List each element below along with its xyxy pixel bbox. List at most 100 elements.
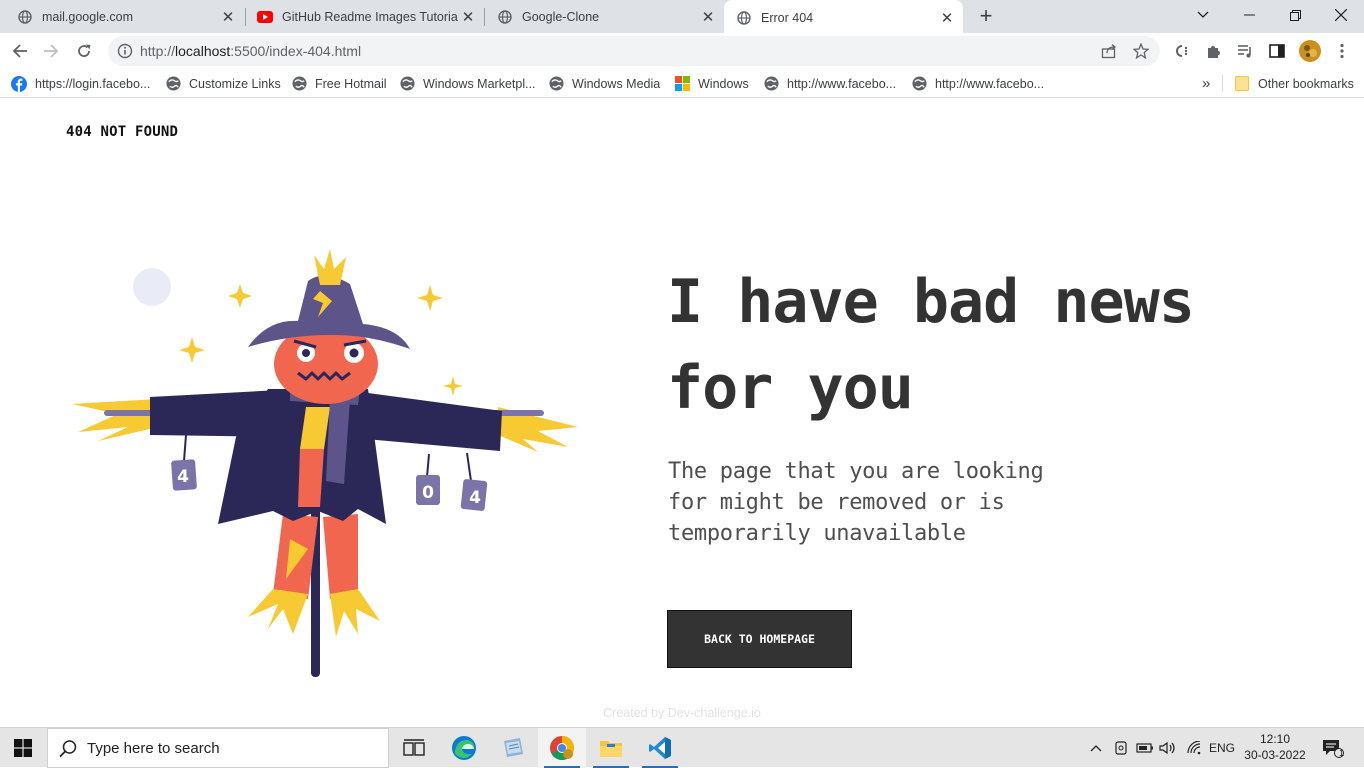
bookmark-item[interactable]: Windows Marketpl... <box>399 75 536 92</box>
reload-icon[interactable] <box>70 37 98 65</box>
can-label: 4 <box>469 488 481 508</box>
clock-time: 12:10 <box>1259 732 1291 746</box>
close-tab-icon[interactable]: ✕ <box>698 7 718 27</box>
globe-icon <box>763 76 779 92</box>
globe-icon <box>497 9 513 25</box>
back-to-homepage-button[interactable]: BACK TO HOMEPAGE <box>667 610 852 668</box>
side-panel-icon[interactable] <box>1267 41 1287 61</box>
bookmark-label: http://www.facebo... <box>787 76 897 91</box>
site-brand: 404 NOT FOUND <box>66 124 179 140</box>
new-tab-button[interactable]: + <box>975 3 997 28</box>
globe-icon <box>17 9 33 25</box>
tab-youtube[interactable]: GitHub Readme Images Tutorial ( ✕ <box>240 0 484 33</box>
globe-icon <box>736 10 752 26</box>
tab-strip: mail.google.com ✕ GitHub Readme Images T… <box>0 0 1364 35</box>
bookmark-item[interactable]: Free Hotmail <box>291 75 387 92</box>
address-bar[interactable]: http://localhost:5500/index-404.html <box>108 36 1160 66</box>
show-hidden-icons-chevron-icon[interactable] <box>1086 728 1106 768</box>
back-icon[interactable] <box>6 37 34 65</box>
media-controls-icon[interactable] <box>1235 41 1255 61</box>
windows-start-icon <box>14 739 32 757</box>
close-window-icon[interactable] <box>1318 0 1364 30</box>
bookmark-label: http://www.facebo... <box>935 76 1045 91</box>
globe-icon <box>911 76 927 92</box>
bookmark-item[interactable]: Customize Links <box>165 75 281 92</box>
tab-title: Google-Clone <box>522 9 600 24</box>
bookmark-item[interactable]: http://www.facebo... <box>763 75 896 92</box>
tab-title: GitHub Readme Images Tutorial ( <box>282 9 458 24</box>
tab-title: Error 404 <box>761 10 814 25</box>
file-explorer-icon[interactable] <box>587 728 635 768</box>
tab-title: mail.google.com <box>42 9 134 24</box>
close-tab-icon[interactable]: ✕ <box>458 7 478 27</box>
tab-google-clone[interactable]: Google-Clone ✕ <box>480 0 724 33</box>
notification-count: 1 <box>1339 748 1345 758</box>
input-language[interactable]: ENG <box>1208 728 1236 768</box>
profile-avatar[interactable] <box>1298 39 1322 63</box>
wifi-icon[interactable] <box>1182 728 1206 768</box>
bookmark-label: Other bookmarks <box>1258 76 1354 91</box>
battery-icon[interactable] <box>1134 728 1156 768</box>
notepad-app-icon[interactable] <box>489 728 537 768</box>
bookmark-item[interactable]: Windows Media <box>548 75 660 92</box>
url-text: http://localhost:5500/index-404.html <box>140 43 362 59</box>
vscode-app-icon[interactable] <box>636 728 684 768</box>
minimize-icon[interactable] <box>1226 0 1272 30</box>
extension-c-icon[interactable] <box>1172 41 1192 61</box>
folder-icon <box>1234 76 1250 92</box>
credit-text: Created by Dev-challenge.io <box>603 706 761 720</box>
close-tab-icon[interactable]: ✕ <box>218 7 238 27</box>
bookmarks-overflow-button[interactable]: » <box>1202 75 1210 92</box>
bookmark-divider <box>1222 75 1223 92</box>
bookmark-star-icon[interactable] <box>1132 42 1150 60</box>
search-placeholder: Type here to search <box>87 740 220 757</box>
edge-browser-icon[interactable] <box>440 728 488 768</box>
volume-icon[interactable] <box>1157 728 1179 768</box>
globe-icon <box>291 76 307 92</box>
chrome-app-icon[interactable] <box>538 728 586 768</box>
forward-icon[interactable] <box>37 37 65 65</box>
facebook-icon <box>11 75 27 92</box>
bookmark-label: Windows Media <box>572 76 661 91</box>
can-label: 4 <box>177 467 189 487</box>
network-device-icon[interactable] <box>1110 728 1132 768</box>
system-clock[interactable]: 12:10 30-03-2022 <box>1242 731 1308 763</box>
clock-date: 30-03-2022 <box>1244 748 1306 762</box>
bookmark-label: Free Hotmail <box>315 76 387 91</box>
site-info-icon[interactable] <box>117 43 133 59</box>
tab-gmail[interactable]: mail.google.com ✕ <box>0 0 244 33</box>
youtube-icon <box>257 9 273 25</box>
error-headline: I have bad news for you <box>667 267 1195 423</box>
page-content: 404 NOT FOUND 4 0 4 I have bad news for … <box>0 99 1364 727</box>
taskbar-search-box[interactable]: Type here to search <box>47 728 389 768</box>
globe-icon <box>548 76 564 92</box>
close-tab-icon[interactable]: ✕ <box>937 8 957 28</box>
other-bookmarks-folder[interactable]: Other bookmarks <box>1234 75 1354 92</box>
share-icon[interactable] <box>1100 42 1118 60</box>
scarecrow-illustration: 4 0 4 <box>72 249 578 677</box>
task-view-icon[interactable] <box>390 728 438 768</box>
bookmark-item[interactable]: http://www.facebo... <box>911 75 1044 92</box>
bookmark-item[interactable]: https://login.facebo... <box>11 75 150 92</box>
globe-icon <box>165 76 181 92</box>
taskbar: Type here to search ENG 12:10 30-03-2022 <box>0 727 1364 768</box>
bookmarks-bar: https://login.facebo... Customize Links … <box>0 69 1364 98</box>
menu-kebab-icon[interactable] <box>1332 41 1352 61</box>
bookmark-label: Windows Marketpl... <box>423 76 536 91</box>
notifications-icon[interactable]: 1 <box>1318 728 1348 768</box>
tab-error-404[interactable]: Error 404 ✕ <box>724 0 963 35</box>
tab-search-icon[interactable] <box>1180 0 1226 30</box>
browser-toolbar: http://localhost:5500/index-404.html <box>0 33 1364 69</box>
bookmark-label: https://login.facebo... <box>35 76 151 91</box>
bookmark-item[interactable]: Windows <box>674 75 749 92</box>
can-label: 0 <box>422 483 434 503</box>
globe-icon <box>399 76 415 92</box>
start-button[interactable] <box>0 728 46 768</box>
extensions-puzzle-icon[interactable] <box>1204 41 1224 61</box>
error-description: The page that you are looking for might … <box>668 459 1044 546</box>
restore-icon[interactable] <box>1272 0 1318 30</box>
search-icon <box>59 740 77 758</box>
windows-logo-icon <box>674 76 690 92</box>
bookmark-label: Windows <box>698 76 749 91</box>
bookmark-label: Customize Links <box>189 76 281 91</box>
